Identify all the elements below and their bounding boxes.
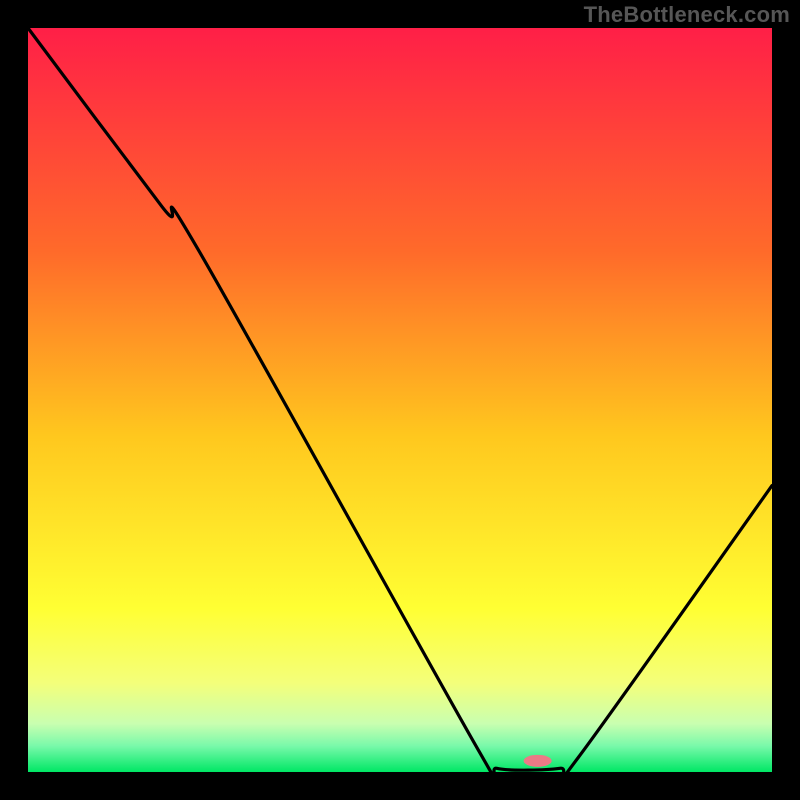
chart-frame: TheBottleneck.com (0, 0, 800, 800)
optimal-marker (524, 755, 552, 767)
plot-background (28, 28, 772, 772)
bottleneck-chart (0, 0, 800, 800)
